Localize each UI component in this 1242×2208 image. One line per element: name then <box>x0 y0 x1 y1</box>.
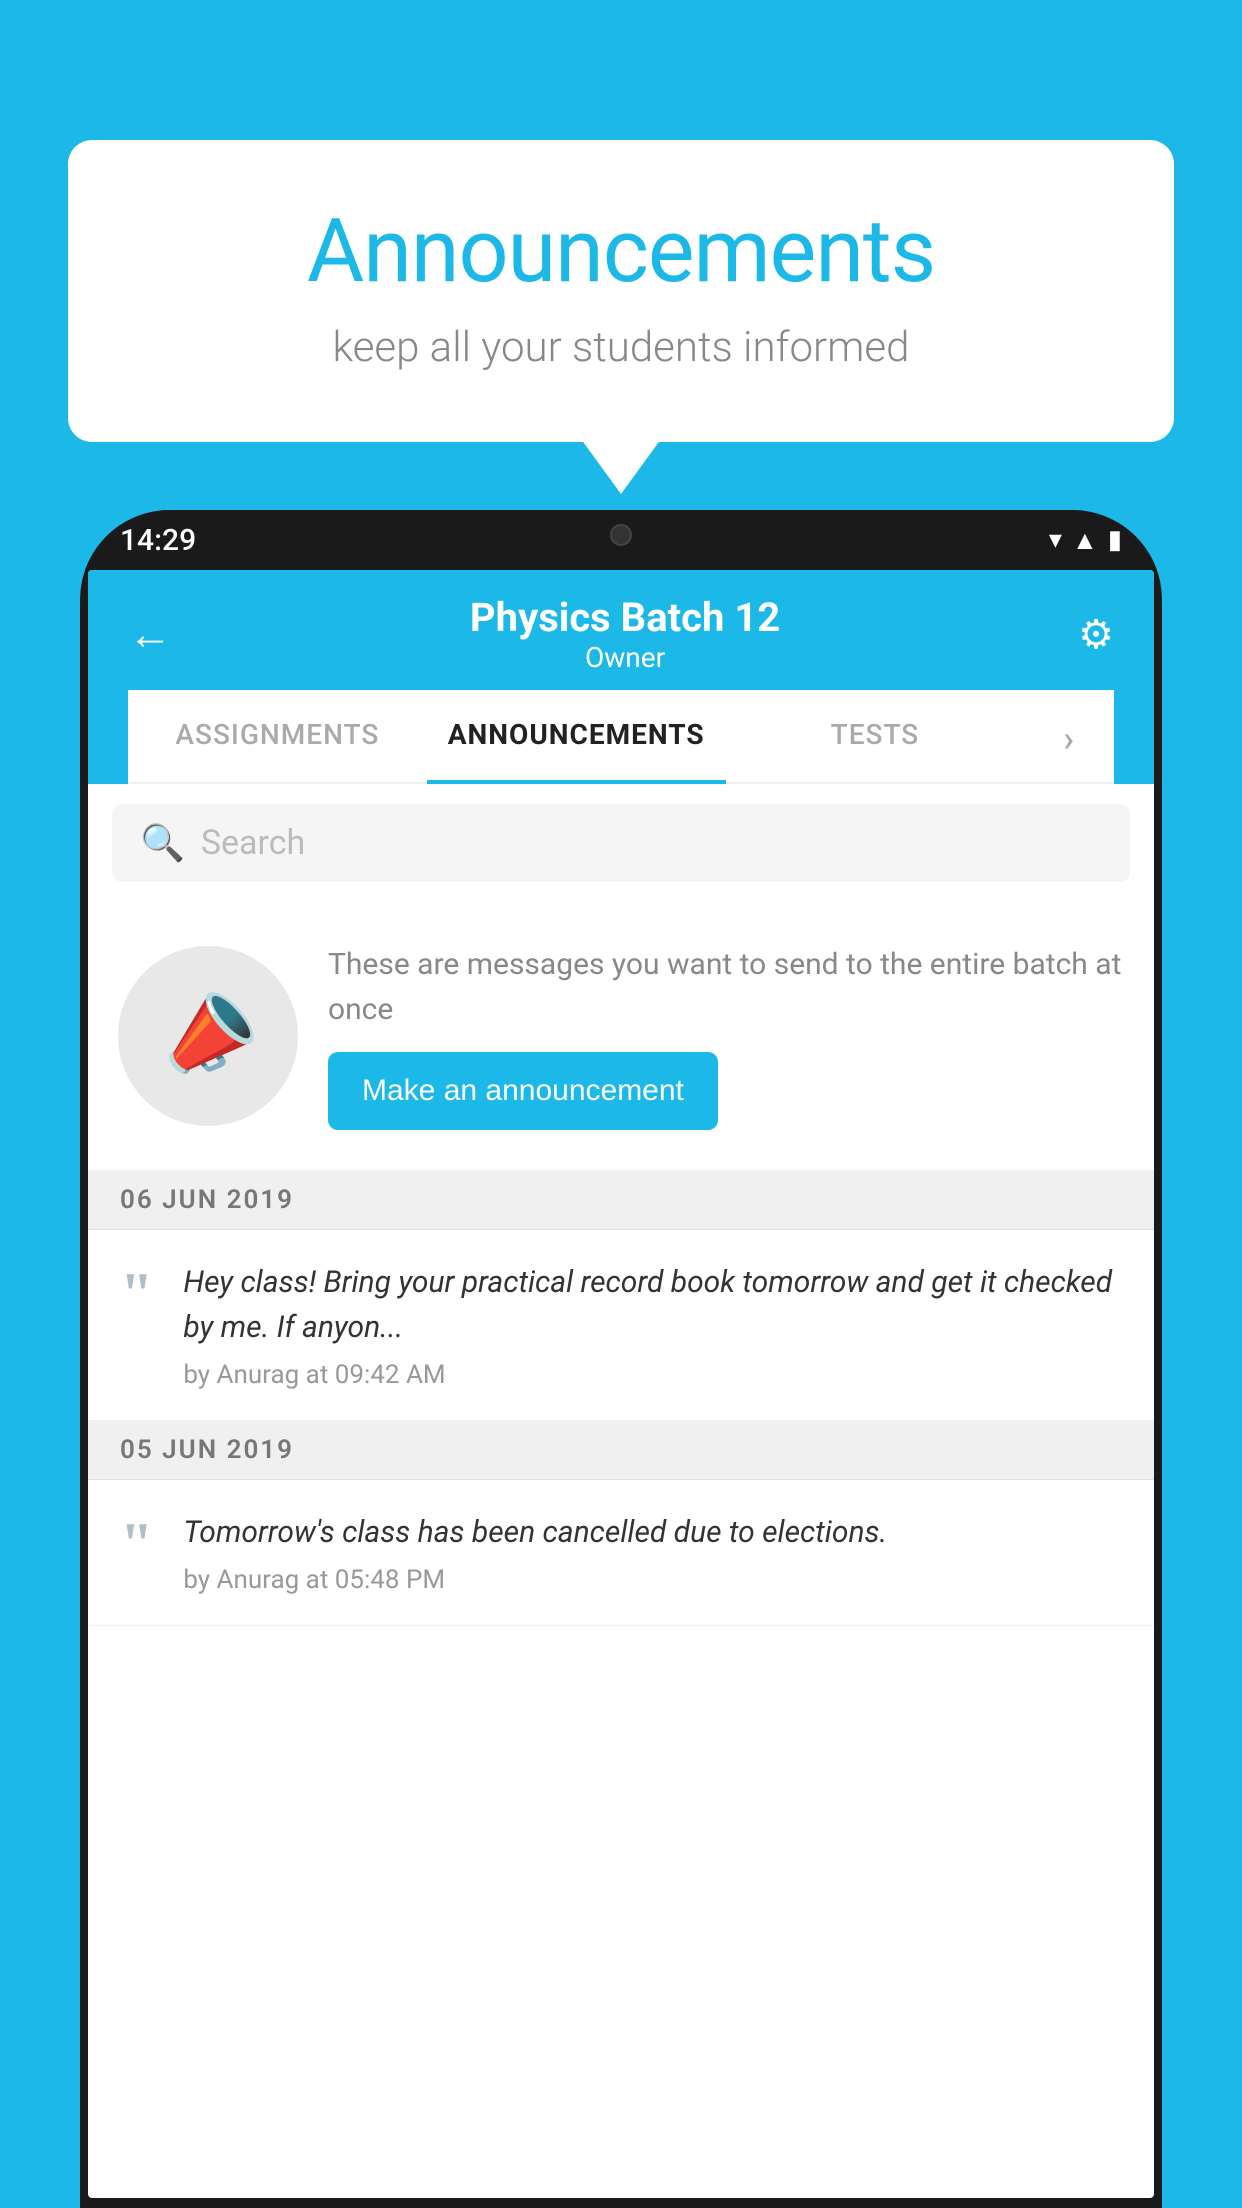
search-bar[interactable]: 🔍 Search <box>112 804 1130 882</box>
batch-name: Physics Batch 12 <box>470 594 780 641</box>
back-button[interactable]: ← <box>128 608 172 660</box>
phone-frame: 14:29 ▾ ▲ ▮ ← Physics Batch 12 Owner ⚙ <box>80 510 1162 2208</box>
announcement-text-2: Tomorrow's class has been cancelled due … <box>183 1510 1122 1555</box>
tab-assignments[interactable]: ASSIGNMENTS <box>128 690 427 782</box>
search-bar-container: 🔍 Search <box>88 784 1154 902</box>
announcement-item-1: " Hey class! Bring your practical record… <box>88 1230 1154 1421</box>
announcement-content-2: Tomorrow's class has been cancelled due … <box>183 1510 1122 1595</box>
promo-description: These are messages you want to send to t… <box>328 942 1124 1032</box>
settings-button[interactable]: ⚙ <box>1078 611 1114 658</box>
date-separator-2: 05 JUN 2019 <box>88 1421 1154 1480</box>
tabs-bar: ASSIGNMENTS ANNOUNCEMENTS TESTS › <box>128 690 1114 784</box>
wifi-icon: ▾ <box>1049 525 1062 555</box>
megaphone-icon: 📣 <box>145 975 271 1097</box>
speech-bubble: Announcements keep all your students inf… <box>68 140 1174 442</box>
tab-more[interactable]: › <box>1024 690 1114 782</box>
search-placeholder: Search <box>201 823 305 863</box>
make-announcement-button[interactable]: Make an announcement <box>328 1052 718 1130</box>
announcement-meta-2: by Anurag at 05:48 PM <box>183 1565 1122 1595</box>
battery-icon: ▮ <box>1108 525 1122 555</box>
announcement-item-2: " Tomorrow's class has been cancelled du… <box>88 1480 1154 1626</box>
announcement-text-1: Hey class! Bring your practical record b… <box>183 1260 1122 1350</box>
tab-tests[interactable]: TESTS <box>726 690 1025 782</box>
tab-announcements[interactable]: ANNOUNCEMENTS <box>427 690 726 782</box>
date-separator-1: 06 JUN 2019 <box>88 1171 1154 1230</box>
quote-icon-2: " <box>120 1514 153 1574</box>
quote-icon-1: " <box>120 1264 153 1324</box>
app-header: ← Physics Batch 12 Owner ⚙ ASSIGNMENTS A… <box>88 570 1154 784</box>
promo-icon-circle: 📣 <box>118 946 298 1126</box>
app-header-top: ← Physics Batch 12 Owner ⚙ <box>128 594 1114 690</box>
signal-icon: ▲ <box>1072 525 1098 556</box>
status-time: 14:29 <box>120 523 196 558</box>
phone-notch <box>546 510 696 560</box>
camera <box>610 524 632 546</box>
owner-label: Owner <box>470 641 780 674</box>
speech-bubble-container: Announcements keep all your students inf… <box>68 140 1174 442</box>
promo-text-block: These are messages you want to send to t… <box>328 942 1124 1130</box>
announcement-content-1: Hey class! Bring your practical record b… <box>183 1260 1122 1390</box>
phone-screen: ← Physics Batch 12 Owner ⚙ ASSIGNMENTS A… <box>88 570 1154 2198</box>
promo-section: 📣 These are messages you want to send to… <box>88 902 1154 1171</box>
header-title-block: Physics Batch 12 Owner <box>470 594 780 674</box>
search-icon: 🔍 <box>140 822 185 864</box>
status-icons: ▾ ▲ ▮ <box>1049 525 1122 556</box>
announcements-subtitle: keep all your students informed <box>148 323 1094 372</box>
status-bar: 14:29 ▾ ▲ ▮ <box>80 510 1162 570</box>
announcements-title: Announcements <box>148 200 1094 303</box>
announcement-meta-1: by Anurag at 09:42 AM <box>183 1360 1122 1390</box>
